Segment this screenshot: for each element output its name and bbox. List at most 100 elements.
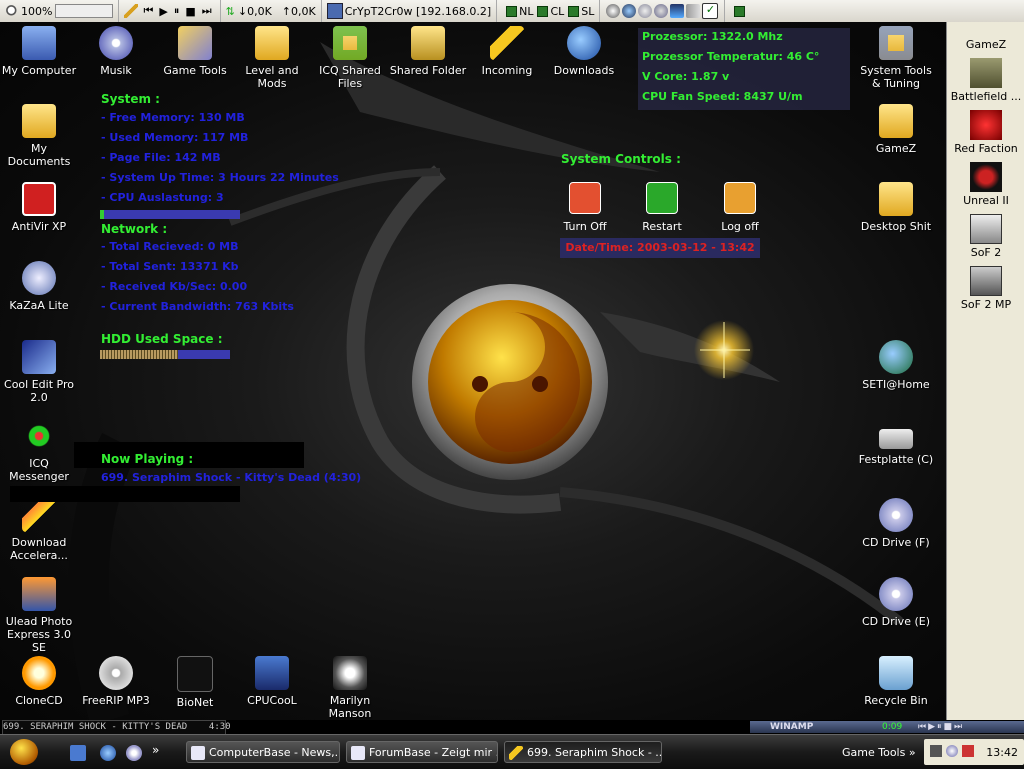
sidebar-item-sof2[interactable]: SoF 2: [947, 214, 1024, 259]
sidebar-item-label: SoF 2 MP: [960, 298, 1012, 311]
desktop-icon-icq[interactable]: ICQ Messenger: [0, 419, 78, 483]
desktop-icon-my-computer[interactable]: My Computer: [0, 26, 78, 77]
desktop-icon-gamez[interactable]: GameZ: [857, 104, 935, 155]
desktop-icon-icq-shared-files[interactable]: ICQ Shared Files: [311, 26, 389, 90]
numlock-label: NL: [519, 4, 534, 18]
turn-off-button[interactable]: Turn Off: [557, 182, 613, 233]
zoom-control[interactable]: 100%: [0, 0, 120, 22]
sidebar-item-battlefield[interactable]: Battlefield ...: [947, 58, 1024, 103]
log-off-button[interactable]: Log off: [712, 182, 768, 233]
desktop-icon-downloads[interactable]: Downloads: [545, 26, 623, 77]
disk-icon[interactable]: [654, 4, 669, 18]
restart-button[interactable]: Restart: [634, 182, 690, 233]
winamp-windowshade[interactable]: WINAMP 0:09 ⏮▶⏸■⏭: [750, 721, 1024, 733]
desktop-icon-bionet[interactable]: BioNet: [156, 656, 234, 709]
taskbar-item-forumbase[interactable]: ForumBase - Zeigt mir ...: [346, 741, 498, 763]
cool-edit-icon: [22, 340, 56, 374]
desktop-icon-freerip[interactable]: FreeRIP MP3: [77, 656, 155, 707]
desktop-icon-level-and-mods[interactable]: Level and Mods: [233, 26, 311, 90]
system-header: System :: [101, 92, 160, 106]
browser-page-icon: [351, 746, 365, 760]
antivir-tray-icon[interactable]: [962, 745, 974, 757]
winamp-transport-icon[interactable]: ⏮▶⏸■⏭: [918, 721, 964, 733]
quicklaunch-expand-icon[interactable]: »: [152, 743, 159, 757]
desktop-icon-kazaa[interactable]: KaZaA Lite: [0, 261, 78, 312]
sidebar-item-sof2-mp[interactable]: SoF 2 MP: [947, 266, 1024, 311]
winamp-time: 0:09: [882, 722, 903, 732]
sidebar-item-red-faction[interactable]: Red Faction: [947, 110, 1024, 155]
desktop-icon-download-accelerator[interactable]: Download Accelera...: [0, 498, 78, 562]
desktop-icon-cd-drive-f[interactable]: CD Drive (F): [857, 498, 935, 549]
top-toolbar: 100% ⏮ ▶ ⏸ ■ ⏭ ⇅ ↓ 0,0K ↑ 0,0K CrYpT2Cr0…: [0, 0, 1024, 23]
icon-label: System Tools & Tuning: [860, 64, 932, 90]
media-player-icon[interactable]: [126, 745, 142, 761]
desktop-icon-cpucool[interactable]: CPUCooL: [233, 656, 311, 707]
cpu-info-panel: Prozessor: 1322.0 Mhz Prozessor Temperat…: [638, 28, 850, 110]
sidebar-item-unreal[interactable]: Unreal II: [947, 162, 1024, 207]
gamez-sidebar: GameZ Battlefield ... Red Faction Unreal…: [946, 22, 1024, 720]
desktop-icon-clonecd[interactable]: CloneCD: [0, 656, 78, 707]
icon-label: ICQ Messenger: [9, 457, 69, 483]
icon-label: SETI@Home: [862, 378, 930, 391]
icon-label: CPUCooL: [247, 694, 297, 707]
monitor-icon[interactable]: [670, 4, 685, 18]
start-orb-icon[interactable]: [10, 739, 38, 765]
game-tools-toolbar[interactable]: Game Tools »: [842, 746, 916, 759]
browser-icon[interactable]: [100, 745, 116, 761]
pencil-icon[interactable]: [124, 4, 139, 18]
host-info[interactable]: CrYpT2Cr0w [192.168.0.2]: [322, 0, 498, 22]
icq-flower-icon: [22, 419, 56, 453]
icon-label: ICQ Shared Files: [319, 64, 381, 90]
desktop-icon-cd-drive-e[interactable]: CD Drive (E): [857, 577, 935, 628]
network-tray-icon[interactable]: [930, 745, 942, 757]
next-icon[interactable]: ⏭: [202, 4, 212, 18]
pause-icon[interactable]: ⏸: [174, 4, 180, 18]
icon-label: AntiVir XP: [11, 220, 67, 233]
icon-label: Download Accelera...: [10, 536, 68, 562]
icon-label: CD Drive (E): [861, 615, 930, 628]
status-indicator-icon: [734, 5, 746, 17]
desktop-icon-shared-folder[interactable]: Shared Folder: [389, 26, 467, 77]
cpu-speed: Prozessor: 1322.0 Mhz: [642, 30, 783, 43]
icon-label: Musik: [100, 64, 132, 77]
clock[interactable]: 13:42: [986, 746, 1018, 759]
task-label: ForumBase - Zeigt mir ...: [369, 746, 498, 759]
desktop-icon-cool-edit[interactable]: Cool Edit Pro 2.0: [0, 340, 78, 404]
settings-icon[interactable]: [606, 4, 621, 18]
stop-icon[interactable]: ■: [185, 5, 195, 18]
log-off-label: Log off: [721, 220, 759, 233]
sidebar-title: GameZ: [965, 38, 1007, 51]
lightning-icon: [490, 26, 524, 60]
globe-icon[interactable]: [622, 4, 637, 18]
desktop-icon-system-tools[interactable]: System Tools & Tuning: [857, 26, 935, 90]
now-playing-backdrop: [10, 486, 240, 502]
play-icon[interactable]: ▶: [159, 5, 167, 18]
desktop-icon-recycle-bin[interactable]: Recycle Bin: [857, 656, 935, 707]
taskbar-item-computerbase[interactable]: ComputerBase - News,...: [186, 741, 340, 763]
prev-icon[interactable]: ⏮: [143, 4, 153, 18]
hdd-usage-fill: [100, 350, 178, 359]
zoom-value: 100%: [21, 4, 53, 18]
dragon-body: [559, 487, 904, 626]
disk-icon[interactable]: [638, 4, 653, 18]
desktop-icon-ulead[interactable]: Ulead Photo Express 3.0 SE: [0, 577, 78, 654]
desktop-icon-incoming[interactable]: Incoming: [468, 26, 546, 77]
desktop-icon-musik[interactable]: Musik: [77, 26, 155, 77]
tools-icon: [178, 26, 212, 60]
sidebar-item-label: Unreal II: [963, 194, 1009, 207]
desktop-icon-festplatte[interactable]: Festplatte (C): [857, 419, 935, 466]
sof2-icon: [970, 214, 1002, 244]
desktop-icon-seti[interactable]: SETI@Home: [857, 340, 935, 391]
desktop-icon-desktop-shit[interactable]: Desktop Shit: [857, 182, 935, 233]
checkbox-icon[interactable]: ✓: [702, 3, 719, 19]
desktop-icon-my-documents[interactable]: My Documents: [0, 104, 78, 168]
desktop-icon-game-tools[interactable]: Game Tools: [156, 26, 234, 77]
desktop-icon-marilyn-manson[interactable]: Marilyn Manson: [311, 656, 389, 720]
show-desktop-icon[interactable]: [70, 745, 86, 761]
taskbar-item-winamp[interactable]: 699. Seraphim Shock - ...: [504, 741, 662, 763]
volume-tray-icon[interactable]: [946, 745, 958, 757]
cable-icon[interactable]: [686, 4, 701, 18]
zoom-slider[interactable]: [55, 4, 114, 18]
globe-icon: [879, 340, 913, 374]
desktop-icon-antivir[interactable]: AntiVir XP: [0, 182, 78, 233]
